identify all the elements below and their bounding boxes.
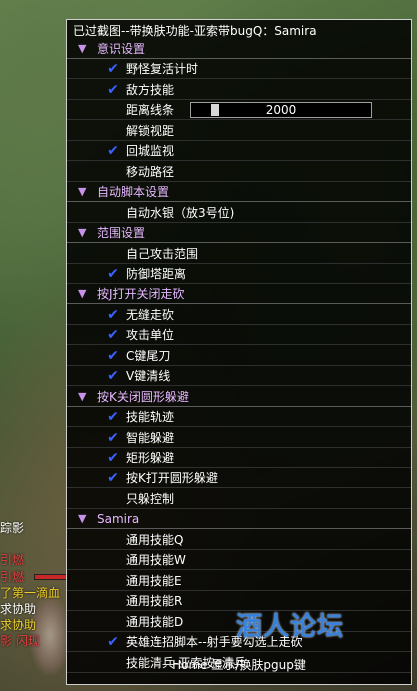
- toggle-label: 防御塔距离: [126, 266, 187, 281]
- check-icon[interactable]: ✔: [105, 468, 121, 488]
- menu-toggle-2[interactable]: ✔ 敌方技能: [67, 80, 411, 100]
- toggle-label: 按K打开圆形躲避: [126, 471, 218, 486]
- menu-toggle-21[interactable]: ✔ 按K打开圆形躲避: [67, 468, 411, 489]
- menu-toggle-19[interactable]: ✔ 智能躲避: [67, 428, 411, 448]
- cheat-menu-panel: 已过截图--带换肤功能-亚索带bugQ：Samira ▼ 意识设置 ✔ 野怪复活计时 ✔…: [66, 19, 412, 685]
- toggle-label: V键清线: [126, 369, 171, 384]
- menu-toggle-5[interactable]: ✔ 回城监视: [67, 141, 411, 162]
- toggle-label: 智能躲避: [126, 430, 175, 445]
- check-icon[interactable]: ✔: [105, 448, 121, 468]
- slider-value: 2000: [265, 103, 297, 118]
- check-icon[interactable]: ✔: [105, 428, 121, 448]
- menu-toggle-24[interactable]: 通用技能Q: [67, 530, 411, 550]
- chat-line: 踪影: [0, 521, 25, 535]
- toggle-label: 自动水银（放3号位): [126, 205, 235, 220]
- chat-line: 引燃: [0, 553, 25, 567]
- toggle-label: 无缝走砍: [126, 307, 175, 322]
- toggle-label: 通用技能R: [126, 594, 183, 609]
- toggle-label: 解锁视距: [126, 123, 175, 138]
- toggle-label: 攻击单位: [126, 328, 175, 343]
- menu-toggle-15[interactable]: ✔ C键尾刀: [67, 346, 411, 366]
- triangle-down-icon: ▼: [78, 512, 87, 526]
- menu-toggle-16[interactable]: ✔ V键清线: [67, 366, 411, 387]
- chat-line: 求协助: [0, 602, 37, 616]
- menu-toggle-8[interactable]: 自动水银（放3号位): [67, 203, 411, 223]
- toggle-label: 通用技能Q: [126, 532, 184, 547]
- toggle-label: 野怪复活计时: [126, 62, 199, 77]
- triangle-down-icon: ▼: [78, 185, 87, 199]
- triangle-down-icon: ▼: [78, 226, 87, 240]
- check-icon[interactable]: ✔: [105, 632, 121, 652]
- triangle-down-icon: ▼: [78, 42, 87, 55]
- menu-toggle-10[interactable]: 自己攻击范围: [67, 244, 411, 264]
- menu-toggle-22[interactable]: 只躲控制: [67, 489, 411, 509]
- section-label: 按J打开关闭走砍: [97, 287, 185, 302]
- toggle-label: 移动路径: [126, 164, 175, 179]
- check-icon[interactable]: ✔: [105, 59, 121, 79]
- menu-toggle-4[interactable]: 解锁视距: [67, 121, 411, 141]
- menu-toggle-1[interactable]: ✔ 野怪复活计时: [67, 59, 411, 80]
- section-label: 范围设置: [97, 226, 146, 241]
- check-icon[interactable]: ✔: [105, 407, 121, 427]
- section-label: 自动脚本设置: [97, 185, 170, 200]
- check-icon[interactable]: ✔: [105, 325, 121, 345]
- section-label: 按K关闭圆形躲避: [97, 389, 189, 404]
- toggle-label: C键尾刀: [126, 348, 171, 363]
- menu-slider-3[interactable]: 距离线条 2000: [67, 100, 411, 121]
- menu-toggle-20[interactable]: ✔ 矩形躲避: [67, 448, 411, 468]
- toggle-label: 通用技能W: [126, 553, 186, 568]
- menu-toggle-26[interactable]: 通用技能E: [67, 571, 411, 591]
- toggle-label: 自己攻击范围: [126, 246, 199, 261]
- menu-section-7[interactable]: ▼ 自动脚本设置: [67, 182, 411, 203]
- forum-watermark: 酒人论坛: [236, 612, 345, 642]
- distance-slider[interactable]: 2000: [190, 102, 372, 119]
- toggle-label: 只躲控制: [126, 491, 175, 506]
- triangle-down-icon: ▼: [78, 287, 87, 301]
- check-icon[interactable]: ✔: [105, 80, 121, 100]
- menu-toggle-6[interactable]: 移动路径: [67, 162, 411, 182]
- toggle-label: 通用技能E: [126, 573, 182, 588]
- check-icon[interactable]: ✔: [105, 366, 121, 386]
- menu-toggle-25[interactable]: 通用技能W: [67, 550, 411, 571]
- toggle-label: 敌方技能: [126, 82, 175, 97]
- menu-toggle-11[interactable]: ✔ 防御塔距离: [67, 264, 411, 284]
- menu-section-23[interactable]: ▼ Samira: [67, 509, 411, 530]
- menu-toggle-18[interactable]: ✔ 技能轨迹: [67, 407, 411, 428]
- check-icon[interactable]: ✔: [105, 305, 121, 325]
- toggle-label: 技能轨迹: [126, 410, 175, 425]
- menu-section-0[interactable]: ▼ 意识设置: [67, 39, 411, 59]
- chat-line: 影 闪现: [0, 634, 40, 648]
- chat-line: 了第一滴血: [0, 586, 61, 600]
- check-icon[interactable]: ✔: [105, 346, 121, 366]
- menu-toggle-13[interactable]: ✔ 无缝走砍: [67, 305, 411, 325]
- toggle-label: 矩形躲避: [126, 451, 175, 465]
- toggle-label: 通用技能D: [126, 614, 184, 629]
- chat-line: 引燃: [0, 570, 25, 584]
- menu-section-12[interactable]: ▼ 按J打开关闭走砍: [67, 284, 411, 305]
- menu-section-17[interactable]: ▼ 按K关闭圆形躲避: [67, 387, 411, 407]
- triangle-down-icon: ▼: [78, 389, 87, 403]
- menu-toggle-14[interactable]: ✔ 攻击单位: [67, 325, 411, 346]
- check-icon[interactable]: ✔: [105, 141, 121, 161]
- toggle-label: 回城监视: [126, 144, 175, 159]
- menu-title: 已过截图--带换肤功能-亚索带bugQ：Samira: [73, 24, 317, 38]
- check-icon[interactable]: ✔: [105, 264, 121, 284]
- menu-footer-hint: Home 显示/换肤pgup键: [172, 658, 306, 672]
- slider-label: 距离线条: [126, 103, 175, 118]
- section-label: 意识设置: [97, 42, 146, 56]
- menu-section-9[interactable]: ▼ 范围设置: [67, 223, 411, 244]
- chat-line: 求协助: [0, 618, 37, 632]
- section-label: Samira: [97, 512, 140, 527]
